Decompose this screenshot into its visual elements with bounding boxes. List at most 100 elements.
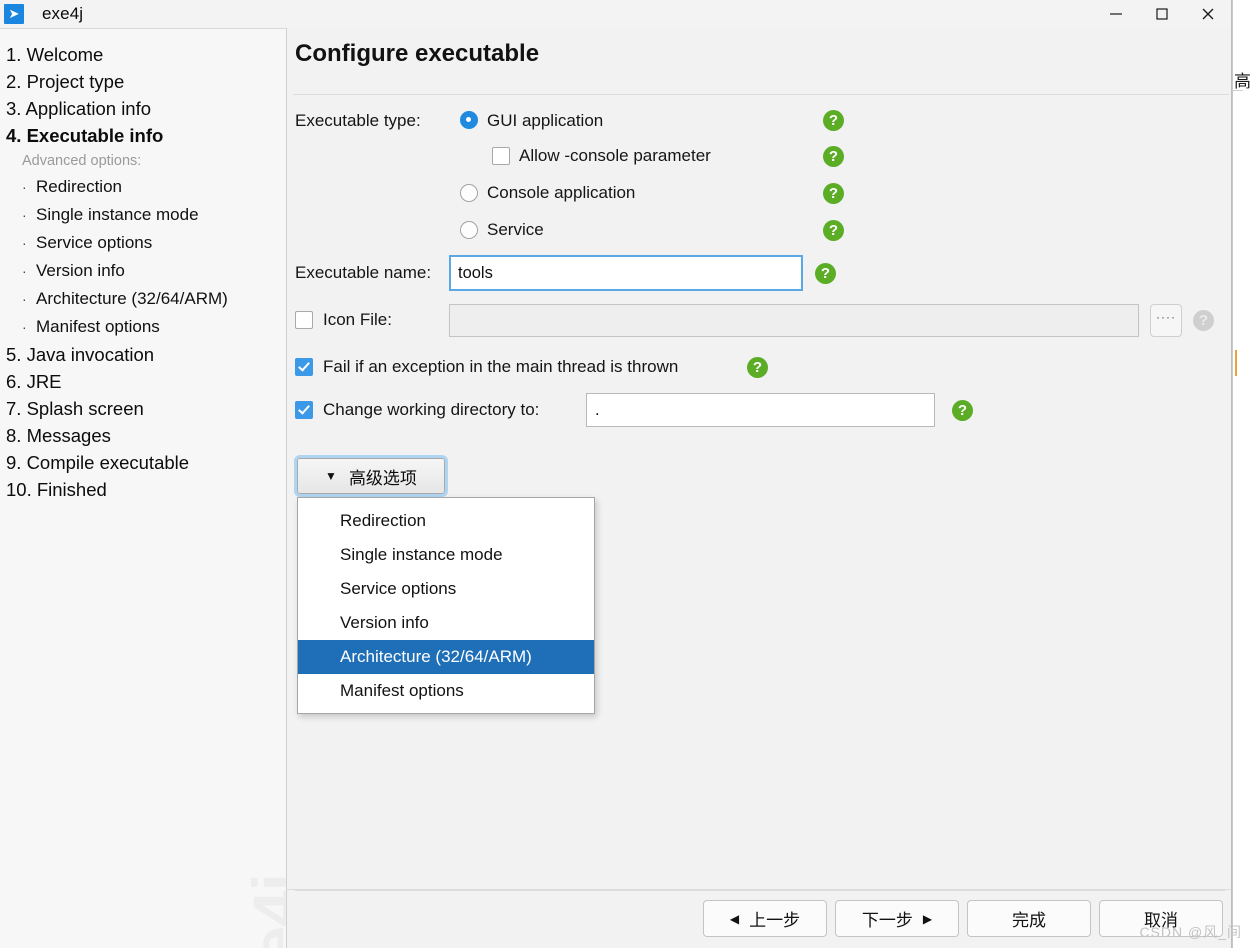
radio-console-application[interactable] <box>460 184 478 202</box>
footer-divider <box>295 890 1225 891</box>
wizard-step-list: 1. Welcome 2. Project type 3. Applicatio… <box>0 41 286 503</box>
dialog-body: exe4j 1. Welcome 2. Project type 3. Appl… <box>0 28 1231 948</box>
sidebar-sub-label: Manifest options <box>36 317 160 336</box>
help-icon-console-application[interactable]: ? <box>823 183 844 204</box>
footer-button-group: ◀ 上一步 下一步 ▶ 完成 取消 <box>703 900 1223 937</box>
bullet-icon: · <box>22 207 27 223</box>
chevron-down-icon: ▼ <box>325 469 337 483</box>
advanced-options-menu: Redirection Single instance mode Service… <box>297 497 595 714</box>
window-title: exe4j <box>42 4 84 23</box>
menu-item-manifest-options[interactable]: Manifest options <box>298 674 594 708</box>
cancel-button-label: 取消 <box>1144 911 1178 930</box>
wizard-step-sidebar: exe4j 1. Welcome 2. Project type 3. Appl… <box>0 28 287 948</box>
sidebar-sub-label: Version info <box>36 261 125 280</box>
sidebar-item-architecture[interactable]: · Architecture (32/64/ARM) <box>0 285 286 313</box>
next-button-label: 下一步 <box>861 911 913 930</box>
menu-item-single-instance-mode[interactable]: Single instance mode <box>298 538 594 572</box>
executable-name-input[interactable] <box>449 255 803 291</box>
icon-file-browse-button[interactable]: ···· <box>1150 304 1182 337</box>
icon-file-input[interactable] <box>449 304 1139 337</box>
executable-name-label: Executable name: <box>295 263 432 282</box>
sidebar-item-application-info[interactable]: 3. Application info <box>0 95 286 122</box>
label-console-application: Console application <box>487 183 636 202</box>
rocket-icon: ➤ <box>4 4 24 24</box>
checkbox-icon-file[interactable] <box>295 311 313 329</box>
sidebar-item-project-type[interactable]: 2. Project type <box>0 68 286 95</box>
background-window[interactable]: 高级选项开 <box>1232 0 1250 948</box>
help-icon-fail-on-exception[interactable]: ? <box>747 357 768 378</box>
icon-file-label: Icon File: <box>323 310 392 329</box>
sidebar-sub-label: Single instance mode <box>36 205 199 224</box>
executable-form: Executable type: GUI application ? Allow… <box>294 106 1227 948</box>
content-panel: Configure executable Executable type: GU… <box>287 28 1231 948</box>
radio-service[interactable] <box>460 221 478 239</box>
sidebar-item-service-options[interactable]: · Service options <box>0 229 286 257</box>
back-button[interactable]: ◀ 上一步 <box>703 900 827 937</box>
sidebar-advanced-options-label: Advanced options: <box>22 153 142 169</box>
sidebar-item-splash-screen[interactable]: 7. Splash screen <box>0 395 286 422</box>
maximize-icon[interactable] <box>1139 0 1185 28</box>
label-working-directory: Change working directory to: <box>323 400 540 419</box>
sidebar-sub-label: Redirection <box>36 177 122 196</box>
sidebar-item-executable-info[interactable]: 4. Executable info <box>0 122 286 149</box>
next-button[interactable]: 下一步 ▶ <box>835 900 959 937</box>
arrow-right-icon: ▶ <box>922 911 933 926</box>
background-window-accent <box>1235 350 1245 376</box>
finish-button[interactable]: 完成 <box>967 900 1091 937</box>
sidebar-item-java-invocation[interactable]: 5. Java invocation <box>0 341 286 368</box>
advanced-options-label: 高级选项 <box>348 468 417 488</box>
row-executable-name: Executable name: ? <box>295 254 1227 300</box>
row-allow-console: Allow -console parameter ? <box>295 143 1227 180</box>
bullet-icon: · <box>22 235 27 251</box>
label-service: Service <box>487 220 544 239</box>
arrow-left-icon: ◀ <box>729 911 740 926</box>
sidebar-item-finished[interactable]: 10. Finished <box>0 476 286 503</box>
checkbox-working-directory[interactable] <box>295 401 313 419</box>
sidebar-item-jre[interactable]: 6. JRE <box>0 368 286 395</box>
background-window-text: 高级选项开 <box>1234 72 1250 91</box>
sidebar-item-compile-executable[interactable]: 9. Compile executable <box>0 449 286 476</box>
row-fail-on-exception: Fail if an exception in the main thread … <box>295 346 1227 388</box>
wizard-footer: ◀ 上一步 下一步 ▶ 完成 取消 <box>287 889 1231 948</box>
sidebar-item-messages[interactable]: 8. Messages <box>0 422 286 449</box>
sidebar-item-manifest-options[interactable]: · Manifest options <box>0 313 286 341</box>
sidebar-item-redirection[interactable]: · Redirection <box>0 173 286 201</box>
row-service: Service ? <box>295 217 1227 254</box>
exe4j-watermark: exe4j <box>238 874 286 948</box>
radio-gui-application[interactable] <box>460 111 478 129</box>
menu-item-redirection[interactable]: Redirection <box>298 504 594 538</box>
cancel-button[interactable]: 取消 <box>1099 900 1223 937</box>
checkbox-fail-on-exception[interactable] <box>295 358 313 376</box>
bullet-icon: · <box>22 179 27 195</box>
help-icon-working-directory[interactable]: ? <box>952 400 973 421</box>
bullet-icon: · <box>22 319 27 335</box>
executable-type-label: Executable type: <box>295 111 421 130</box>
checkbox-allow-console[interactable] <box>492 147 510 165</box>
sidebar-item-welcome[interactable]: 1. Welcome <box>0 41 286 68</box>
minimize-icon[interactable] <box>1093 0 1139 28</box>
close-icon[interactable] <box>1185 0 1231 28</box>
working-directory-input[interactable] <box>586 393 935 427</box>
window-controls <box>1093 0 1231 28</box>
row-icon-file: Icon File: ···· ? <box>295 300 1227 346</box>
back-button-label: 上一步 <box>749 911 801 930</box>
row-working-directory: Change working directory to: ? <box>295 388 1227 434</box>
help-icon-gui-application[interactable]: ? <box>823 110 844 131</box>
label-allow-console: Allow -console parameter <box>519 146 711 165</box>
help-icon-allow-console[interactable]: ? <box>823 146 844 167</box>
menu-item-architecture[interactable]: Architecture (32/64/ARM) <box>298 640 594 674</box>
help-icon-service[interactable]: ? <box>823 220 844 241</box>
app-root: 高级选项开 ➤ exe4j <box>0 0 1250 948</box>
title-divider <box>293 94 1229 95</box>
menu-item-version-info[interactable]: Version info <box>298 606 594 640</box>
help-icon-icon-file: ? <box>1193 310 1214 331</box>
sidebar-item-single-instance-mode[interactable]: · Single instance mode <box>0 201 286 229</box>
menu-item-service-options[interactable]: Service options <box>298 572 594 606</box>
row-console-application: Console application ? <box>295 180 1227 217</box>
advanced-options-button[interactable]: ▼ 高级选项 <box>294 455 448 497</box>
exe4j-wizard-window: ➤ exe4j exe4j 1. Welcome <box>0 0 1232 948</box>
sidebar-sub-label: Architecture (32/64/ARM) <box>36 289 228 308</box>
help-icon-executable-name[interactable]: ? <box>815 263 836 284</box>
sidebar-sub-label: Service options <box>36 233 153 252</box>
sidebar-item-version-info[interactable]: · Version info <box>0 257 286 285</box>
